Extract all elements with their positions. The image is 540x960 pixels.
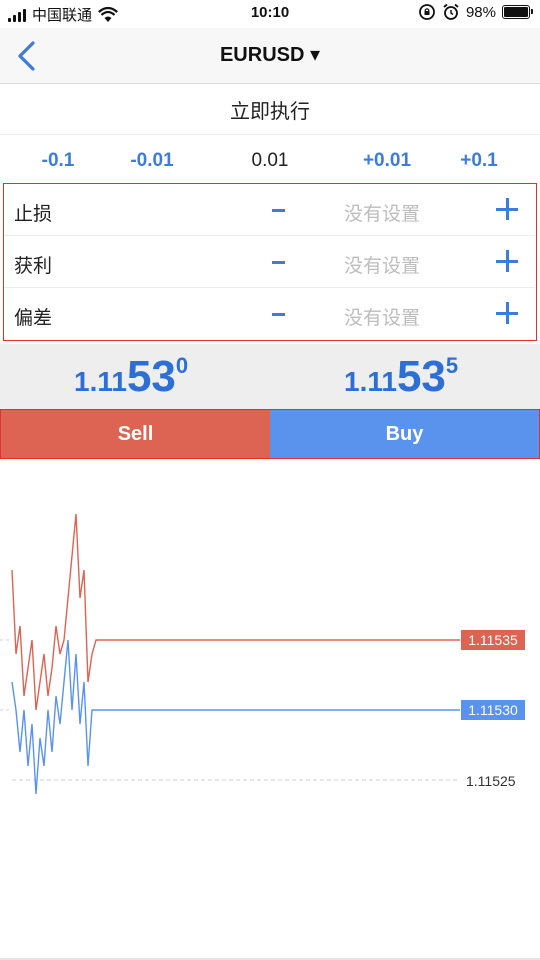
battery-icon <box>502 5 533 19</box>
stop-loss-plus-icon[interactable] <box>496 198 518 220</box>
symbol-selector[interactable]: EURUSD ▾ <box>0 42 540 67</box>
bid-price-tag-label: 1.11530 <box>468 702 518 718</box>
volume-row: -0.1 -0.01 0.01 +0.01 +0.1 <box>0 140 540 184</box>
volume-plus-0.1-button[interactable]: +0.1 <box>458 150 500 172</box>
buy-price: 1.11535 <box>344 352 458 402</box>
orientation-lock-icon <box>419 4 435 20</box>
order-params-panel: 止损 没有设置 获利 没有设置 偏差 没有设置 <box>3 183 537 341</box>
stop-loss-minus-button[interactable] <box>266 192 290 228</box>
bid-series-line <box>11 639 460 795</box>
stop-loss-row: 止损 没有设置 <box>4 184 535 236</box>
battery-fill <box>504 7 528 17</box>
status-bar: 中国联通 10:10 98% <box>0 0 540 28</box>
buy-button[interactable]: Buy <box>270 410 539 458</box>
deviation-label: 偏差 <box>14 308 53 329</box>
volume-value[interactable]: 0.01 <box>244 150 296 172</box>
buy-price-prefix: 1.11 <box>344 366 397 397</box>
status-right: 98% <box>418 3 533 21</box>
deviation-plus-icon[interactable] <box>496 302 518 324</box>
take-profit-row: 获利 没有设置 <box>4 236 535 288</box>
sell-price-pips: 53 <box>126 352 176 401</box>
take-profit-minus-button[interactable] <box>266 244 290 280</box>
ask-series-line <box>11 513 460 711</box>
deviation-row: 偏差 没有设置 <box>4 288 535 340</box>
nav-bar: EURUSD ▾ <box>0 28 540 84</box>
stop-loss-value[interactable]: 没有设置 <box>344 199 420 226</box>
battery-percent: 98% <box>465 3 496 21</box>
y-tick-label: 1.11525 <box>466 773 516 789</box>
minus-icon <box>271 208 285 212</box>
sell-price-prefix: 1.11 <box>74 366 127 397</box>
tick-chart: 1.11525 1.11535 1.11530 <box>0 513 525 795</box>
trade-buttons: Sell Buy <box>0 409 540 459</box>
take-profit-plus-icon[interactable] <box>496 250 518 272</box>
sell-button[interactable]: Sell <box>1 410 270 458</box>
minus-icon <box>271 260 285 264</box>
sell-price: 1.11530 <box>74 352 188 402</box>
alarm-icon <box>443 3 459 20</box>
execution-mode-selector[interactable]: 立即执行 <box>0 84 540 135</box>
minus-icon <box>271 312 285 316</box>
price-band: 1.11530 1.11535 <box>0 344 540 409</box>
volume-minus-0.1-button[interactable]: -0.1 <box>40 150 76 172</box>
take-profit-value[interactable]: 没有设置 <box>344 251 420 278</box>
stop-loss-label: 止损 <box>14 204 53 225</box>
volume-plus-0.01-button[interactable]: +0.01 <box>360 150 414 172</box>
buy-price-pips: 53 <box>396 352 446 401</box>
ask-price-tag-label: 1.11535 <box>468 632 518 648</box>
deviation-minus-button[interactable] <box>266 296 290 332</box>
volume-minus-0.01-button[interactable]: -0.01 <box>128 150 176 172</box>
sell-price-fraction: 0 <box>175 353 189 378</box>
buy-price-fraction: 5 <box>445 353 459 378</box>
take-profit-label: 获利 <box>14 256 53 277</box>
deviation-value[interactable]: 没有设置 <box>344 303 420 330</box>
